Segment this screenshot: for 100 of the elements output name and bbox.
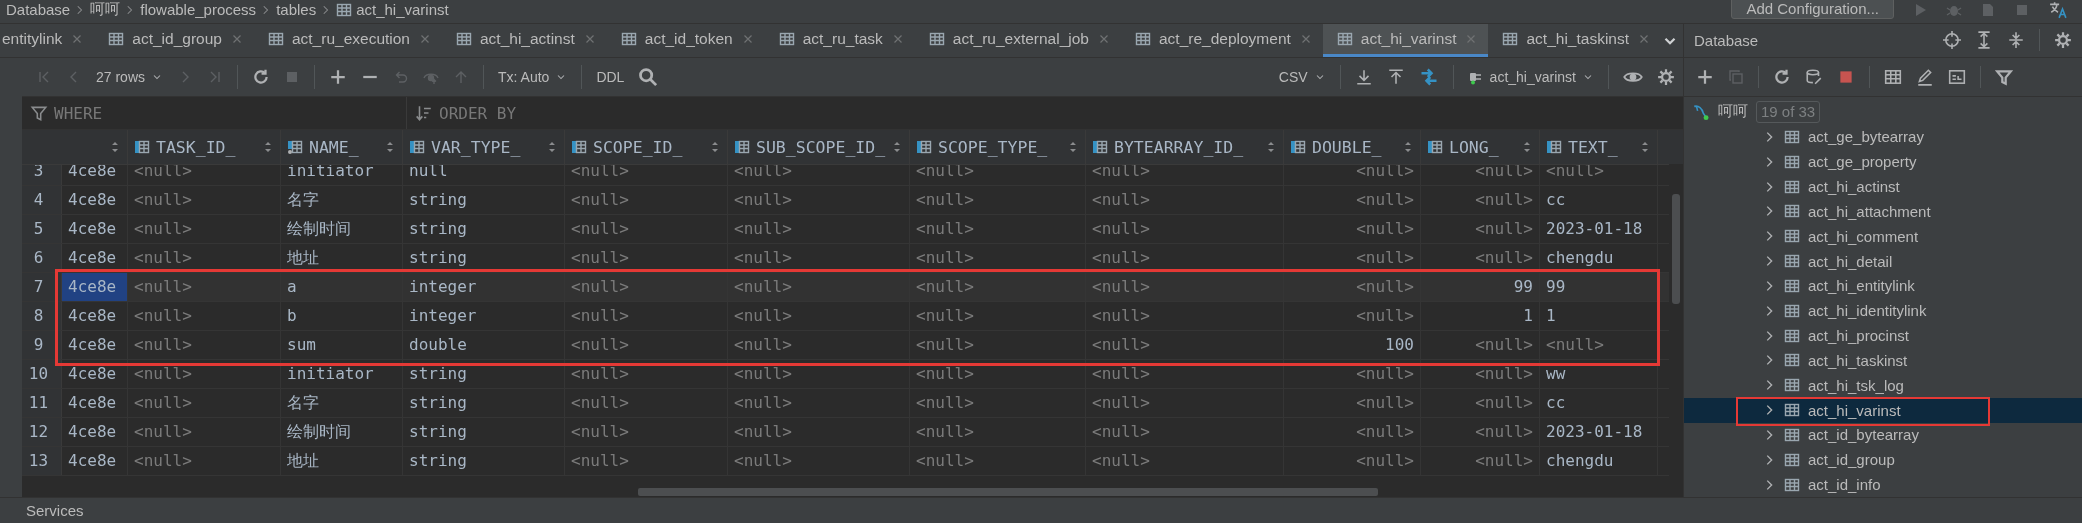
breadcrumb-item[interactable]: Database <box>6 1 71 18</box>
table-cell: <null> <box>1086 215 1284 243</box>
breadcrumb-item[interactable]: tables <box>276 1 317 18</box>
tab[interactable]: act_re_deployment <box>1121 24 1323 57</box>
table-cell: <null> <box>1284 186 1421 214</box>
row-number: 10 <box>22 360 62 388</box>
table-icon <box>620 31 637 47</box>
transaction-dropdown[interactable]: Tx: Auto <box>498 69 568 85</box>
column-header[interactable]: SUB_SCOPE_ID_ <box>728 130 910 164</box>
expand-all-icon[interactable] <box>1975 31 1993 50</box>
tab[interactable]: act_ru_external_job <box>914 24 1121 57</box>
rows-dropdown[interactable]: 27 rows <box>96 69 164 85</box>
sort-icon <box>415 104 433 122</box>
console-icon[interactable] <box>1948 67 1966 86</box>
row-number: 3 <box>22 165 62 185</box>
tree-item[interactable]: act_hi_identitylink <box>1684 298 2082 324</box>
add-row-icon[interactable] <box>329 68 348 86</box>
settings-icon[interactable] <box>1657 68 1675 86</box>
tab[interactable]: act_ru_task <box>764 24 915 57</box>
settings-icon[interactable] <box>2054 31 2072 50</box>
collapse-all-icon[interactable] <box>2007 31 2025 50</box>
locate-icon[interactable] <box>1943 31 1961 50</box>
table-cell: 绘制时间 <box>281 418 403 446</box>
schema-icon[interactable] <box>1805 67 1823 86</box>
table-cell: chengdu <box>1540 244 1658 272</box>
table-cell: 4ce8e <box>62 447 128 475</box>
where-filter-field[interactable]: WHERE <box>22 97 407 129</box>
tab[interactable]: entitylink <box>0 24 95 57</box>
tree-item[interactable]: act_id_info <box>1684 472 2082 498</box>
table-cell: 4ce8e <box>62 302 128 330</box>
tab[interactable]: act_id_token <box>606 24 765 57</box>
table-cell: <null> <box>1421 215 1540 243</box>
horizontal-scrollbar[interactable] <box>638 488 1378 496</box>
run-configuration-button[interactable]: Add Configuration... <box>1731 0 1894 19</box>
column-header[interactable]: DOUBLE_ <box>1284 130 1421 164</box>
table-cell: <null> <box>728 360 910 388</box>
table-icon <box>1784 178 1800 195</box>
column-header[interactable]: NAME_ <box>281 130 403 164</box>
table-cell: <null> <box>728 418 910 446</box>
search-icon[interactable] <box>638 67 659 87</box>
table-icon <box>778 31 795 47</box>
tab[interactable]: act_id_group <box>94 24 254 57</box>
format-dropdown[interactable]: CSV <box>1278 69 1326 85</box>
translate-icon[interactable] <box>2048 0 2068 19</box>
breadcrumb-item[interactable]: 呵呵 <box>90 0 121 19</box>
tree-item[interactable]: act_hi_varinst <box>1684 397 2082 423</box>
table-cell: string <box>403 389 565 417</box>
edit-icon[interactable] <box>1916 67 1934 86</box>
filter-icon[interactable] <box>1995 67 2013 86</box>
column-header[interactable]: TEXT_ <box>1540 130 1658 164</box>
tree-item[interactable]: act_id_group <box>1684 447 2082 473</box>
table-cell: string <box>403 244 565 272</box>
tree-item[interactable]: act_hi_actinst <box>1684 174 2082 199</box>
tab[interactable]: act_ru_execution <box>253 24 442 57</box>
download-icon[interactable] <box>1354 68 1373 86</box>
tree-item[interactable]: 呵呵 19 of 33 <box>1684 99 2082 125</box>
breadcrumb-item[interactable]: flowable_process <box>140 1 257 18</box>
vertical-scrollbar[interactable] <box>1672 194 1680 304</box>
tree-item[interactable]: act_hi_comment <box>1684 223 2082 249</box>
services-tab[interactable]: Services <box>26 502 84 519</box>
tree-item[interactable]: act_hi_taskinst <box>1684 348 2082 373</box>
table-icon[interactable] <box>1884 67 1902 86</box>
datasource-dropdown[interactable]: act_hi_varinst <box>1467 69 1594 85</box>
tree-item[interactable]: act_hi_attachment <box>1684 198 2082 224</box>
tree-item[interactable]: act_hi_procinst <box>1684 323 2082 348</box>
table-icon <box>1784 277 1800 294</box>
breadcrumb-item[interactable]: act_hi_varinst <box>336 1 449 18</box>
tree-item[interactable]: act_hi_entitylink <box>1684 273 2082 299</box>
order-by-field[interactable]: ORDER BY <box>407 97 517 129</box>
table-icon <box>1502 31 1519 47</box>
table-cell: initiator <box>281 360 403 388</box>
column-header[interactable]: TASK_ID_ <box>128 130 281 164</box>
tab[interactable]: act_hi_actinst <box>442 24 607 57</box>
table-cell: 2023-01-18 <box>1540 215 1658 243</box>
row-number: 12 <box>22 418 62 446</box>
tree-item[interactable]: act_ge_property <box>1684 149 2082 175</box>
refresh-icon[interactable] <box>252 68 271 86</box>
table-cell: <null> <box>128 447 281 475</box>
tree-item[interactable]: act_id_bytearray <box>1684 422 2082 448</box>
count-badge: 19 of 33 <box>1756 101 1821 123</box>
tree-item[interactable]: act_hi_detail <box>1684 248 2082 274</box>
column-header[interactable]: SCOPE_ID_ <box>565 130 728 164</box>
ddl-button[interactable]: DDL <box>596 69 625 85</box>
table-cell: <null> <box>1421 360 1540 388</box>
table-icon <box>928 31 945 47</box>
upload-icon[interactable] <box>1386 68 1405 86</box>
tab[interactable]: act_hi_varinst <box>1322 24 1489 57</box>
row-number: 5 <box>22 215 62 243</box>
tree-item[interactable]: act_hi_tsk_log <box>1684 372 2082 398</box>
column-header[interactable]: VAR_TYPE_ <box>403 130 565 164</box>
refresh-icon[interactable] <box>1773 67 1791 86</box>
table-cell: 99 <box>1540 273 1658 301</box>
column-header[interactable]: BYTEARRAY_ID_ <box>1086 130 1284 164</box>
table-cell: 4ce8e <box>62 244 128 272</box>
table-icon <box>1784 327 1800 344</box>
column-header[interactable]: SCOPE_TYPE_ <box>910 130 1086 164</box>
column-header[interactable]: LONG_ <box>1421 130 1540 164</box>
add-icon[interactable] <box>1696 67 1714 86</box>
tab[interactable]: act_hi_taskinst <box>1488 24 1661 57</box>
tree-item[interactable]: act_ge_bytearray <box>1684 124 2082 150</box>
